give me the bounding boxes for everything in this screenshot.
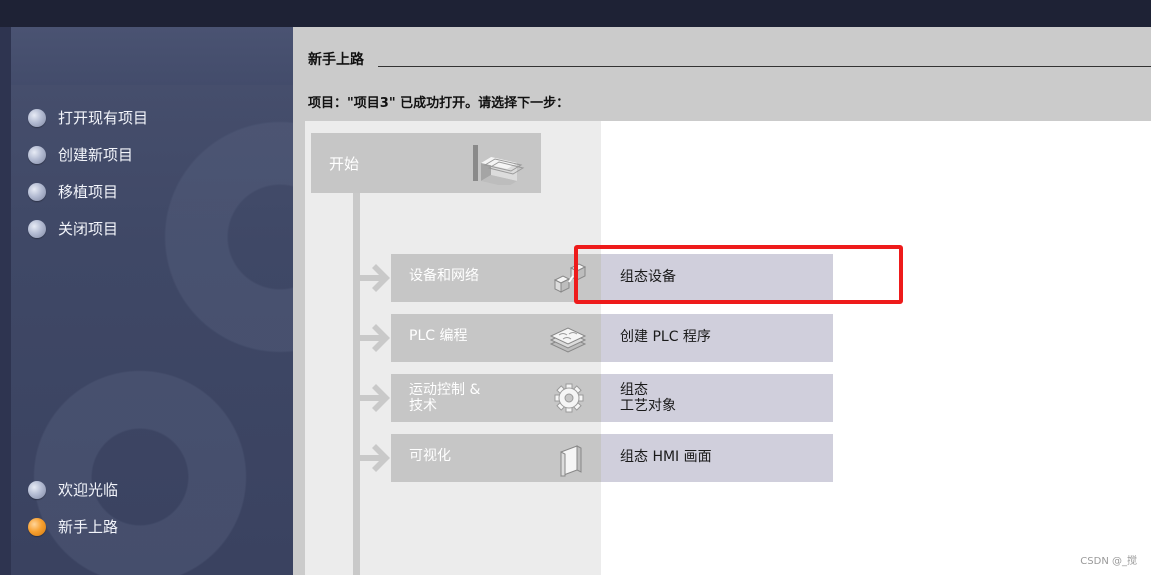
sidebar-header-band (11, 27, 293, 85)
title-underline (378, 66, 1151, 67)
watermark: CSDN @_搅 (1080, 556, 1137, 567)
action-configure-technology-objects[interactable]: 组态 工艺对象 (601, 374, 833, 422)
category-label: 运动控制 & 技术 (409, 382, 480, 414)
sidebar-item-open-project[interactable]: 打开现有项目 (28, 99, 148, 136)
status-message: 项目："项目3" 已成功打开。请选择下一步： (308, 96, 570, 111)
sidebar-bottom-menu: 欢迎光临 新手上路 (28, 471, 118, 545)
content-area: 开始 设备和网络 组态设备 PLC 编程 创建 PLC 程序 运动控制 & 技术… (305, 121, 1151, 575)
sidebar-item-migrate-project[interactable]: 移植项目 (28, 173, 148, 210)
bullet-icon (28, 182, 46, 201)
sidebar-item-label: 关闭项目 (58, 220, 119, 238)
bullet-icon (28, 145, 46, 164)
category-label: 设备和网络 (409, 268, 479, 284)
action-create-plc-program[interactable]: 创建 PLC 程序 (601, 314, 833, 362)
category-plc-programming[interactable]: PLC 编程 (391, 314, 601, 362)
action-configure-hmi-screen[interactable]: 组态 HMI 画面 (601, 434, 833, 482)
sidebar: 打开现有项目 创建新项目 移植项目 关闭项目 欢迎光临 新手上路 (0, 27, 293, 575)
category-visualization[interactable]: 可视化 (391, 434, 601, 482)
bullet-icon (28, 480, 46, 499)
arrow-right-icon (360, 324, 390, 352)
puzzle-stack-icon (549, 327, 587, 353)
bullet-icon (28, 108, 46, 127)
start-button[interactable]: 开始 (311, 133, 541, 193)
bullet-icon (28, 219, 46, 238)
gear-icon (554, 383, 584, 413)
sidebar-item-label: 打开现有项目 (58, 109, 149, 127)
category-label-line: 运动控制 & (409, 382, 481, 398)
sidebar-item-label: 移植项目 (58, 183, 119, 201)
category-label: PLC 编程 (409, 328, 468, 344)
section-title: 新手上路 (308, 49, 370, 69)
action-label-line: 组态 (620, 382, 648, 398)
flow-connector-line (353, 193, 360, 575)
sidebar-item-welcome[interactable]: 欢迎光临 (28, 471, 118, 508)
stairs-icon (473, 145, 525, 185)
top-bar (0, 0, 1151, 27)
arrow-right-icon (360, 264, 390, 292)
hmi-panel-icon (560, 445, 582, 477)
category-label-line: 技术 (409, 398, 437, 414)
sidebar-item-create-project[interactable]: 创建新项目 (28, 136, 148, 173)
sidebar-strip (0, 27, 11, 575)
red-highlight-box (574, 245, 903, 304)
arrow-right-icon (360, 384, 390, 412)
sidebar-item-label: 新手上路 (58, 518, 119, 536)
action-label: 组态 工艺对象 (620, 382, 676, 414)
action-label: 组态 HMI 画面 (620, 449, 712, 465)
sidebar-item-label: 创建新项目 (58, 146, 134, 164)
action-label-line: 工艺对象 (620, 398, 676, 414)
start-label: 开始 (329, 155, 360, 173)
category-motion-control[interactable]: 运动控制 & 技术 (391, 374, 601, 422)
active-bullet-icon (28, 517, 46, 536)
sidebar-menu: 打开现有项目 创建新项目 移植项目 关闭项目 (28, 99, 148, 247)
action-label: 创建 PLC 程序 (620, 329, 711, 345)
background-gear-decoration (150, 107, 293, 367)
category-label: 可视化 (409, 448, 451, 464)
sidebar-item-close-project[interactable]: 关闭项目 (28, 210, 148, 247)
arrow-right-icon (360, 444, 390, 472)
category-devices-networks[interactable]: 设备和网络 (391, 254, 601, 302)
sidebar-item-label: 欢迎光临 (58, 481, 119, 499)
sidebar-item-first-steps[interactable]: 新手上路 (28, 508, 118, 545)
